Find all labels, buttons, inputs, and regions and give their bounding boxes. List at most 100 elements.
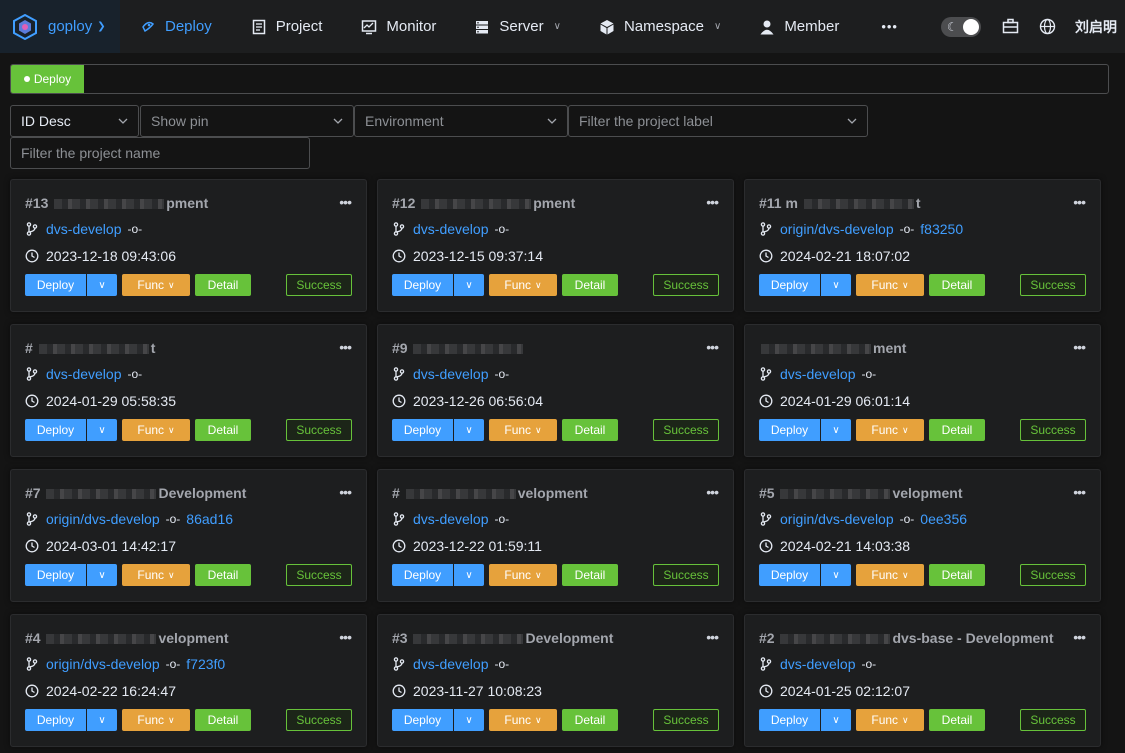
deploy-button[interactable]: Deploy — [25, 709, 86, 731]
deploy-button[interactable]: Deploy — [25, 419, 86, 441]
deploy-dropdown-button[interactable]: ∨ — [454, 709, 484, 731]
card-more-button[interactable]: ••• — [706, 484, 719, 500]
nav-item-deploy[interactable]: Deploy — [140, 0, 212, 53]
card-more-button[interactable]: ••• — [706, 194, 719, 210]
deploy-button[interactable]: Deploy — [759, 419, 820, 441]
commit-hash-link[interactable]: 86ad16 — [186, 511, 233, 527]
deploy-dropdown-button[interactable]: ∨ — [821, 419, 851, 441]
func-button[interactable]: Func ∨ — [489, 709, 557, 731]
branch-link[interactable]: dvs-develop — [780, 366, 856, 382]
detail-button[interactable]: Detail — [562, 564, 618, 586]
detail-button[interactable]: Detail — [562, 709, 618, 731]
tab-deploy[interactable]: Deploy — [11, 65, 84, 93]
commit-hash-link[interactable]: f83250 — [920, 221, 963, 237]
branch-link[interactable]: origin/dvs-develop — [780, 221, 894, 237]
detail-button[interactable]: Detail — [929, 274, 985, 296]
deploy-button[interactable]: Deploy — [392, 419, 453, 441]
func-button[interactable]: Func ∨ — [856, 419, 924, 441]
deploy-button[interactable]: Deploy — [392, 709, 453, 731]
commit-hash-link[interactable]: 0ee356 — [920, 511, 967, 527]
func-button[interactable]: Func ∨ — [489, 419, 557, 441]
branch-link[interactable]: dvs-develop — [413, 221, 489, 237]
detail-button[interactable]: Detail — [562, 274, 618, 296]
branch-link[interactable]: dvs-develop — [413, 366, 489, 382]
card-more-button[interactable]: ••• — [1073, 339, 1086, 355]
deploy-button[interactable]: Deploy — [25, 274, 86, 296]
detail-button[interactable]: Detail — [195, 709, 251, 731]
nav-item-monitor[interactable]: Monitor — [361, 0, 436, 53]
deploy-dropdown-button[interactable]: ∨ — [87, 709, 117, 731]
deploy-button[interactable]: Deploy — [392, 564, 453, 586]
deploy-dropdown-button[interactable]: ∨ — [87, 564, 117, 586]
chevron-down-icon — [333, 118, 343, 124]
nav-item-member[interactable]: Member — [759, 0, 839, 53]
commit-hash-link[interactable]: f723f0 — [186, 656, 225, 672]
nav-item-project[interactable]: Project — [251, 0, 322, 53]
card-more-button[interactable]: ••• — [339, 629, 352, 645]
deploy-dropdown-button[interactable]: ∨ — [821, 709, 851, 731]
branch-link[interactable]: dvs-develop — [413, 511, 489, 527]
deploy-dropdown-button[interactable]: ∨ — [87, 274, 117, 296]
func-button[interactable]: Func ∨ — [122, 274, 190, 296]
func-button[interactable]: Func ∨ — [856, 709, 924, 731]
deploy-dropdown-button[interactable]: ∨ — [821, 564, 851, 586]
deploy-dropdown-button[interactable]: ∨ — [454, 274, 484, 296]
toolbox-icon[interactable] — [1001, 18, 1019, 36]
redacted-name — [46, 489, 157, 500]
card-more-button[interactable]: ••• — [706, 339, 719, 355]
chevron-down-icon — [547, 118, 557, 124]
nav-item-server[interactable]: Server ∨ — [474, 0, 561, 53]
deploy-button[interactable]: Deploy — [759, 274, 820, 296]
branch-icon — [25, 367, 39, 381]
branch-link[interactable]: dvs-develop — [413, 656, 489, 672]
label-select[interactable]: Filter the project label — [568, 105, 868, 137]
func-button[interactable]: Func ∨ — [122, 709, 190, 731]
card-more-button[interactable]: ••• — [339, 484, 352, 500]
detail-button[interactable]: Detail — [195, 419, 251, 441]
func-button[interactable]: Func ∨ — [489, 274, 557, 296]
deploy-button[interactable]: Deploy — [759, 709, 820, 731]
nav-more-button[interactable]: ••• — [881, 0, 898, 53]
deploy-dropdown-button[interactable]: ∨ — [454, 564, 484, 586]
detail-button[interactable]: Detail — [929, 419, 985, 441]
deploy-dropdown-button[interactable]: ∨ — [821, 274, 851, 296]
deploy-button[interactable]: Deploy — [759, 564, 820, 586]
branch-link[interactable]: origin/dvs-develop — [46, 511, 160, 527]
deploy-dropdown-button[interactable]: ∨ — [87, 419, 117, 441]
card-more-button[interactable]: ••• — [706, 629, 719, 645]
project-name-filter-input[interactable] — [10, 137, 310, 169]
deploy-button[interactable]: Deploy — [25, 564, 86, 586]
func-button[interactable]: Func ∨ — [856, 564, 924, 586]
card-more-button[interactable]: ••• — [1073, 629, 1086, 645]
branch-link[interactable]: dvs-develop — [46, 221, 122, 237]
branch-link[interactable]: dvs-develop — [46, 366, 122, 382]
deploy-dropdown-button[interactable]: ∨ — [454, 419, 484, 441]
nav-item-namespace[interactable]: Namespace ∨ — [599, 0, 721, 53]
branch-link[interactable]: dvs-develop — [780, 656, 856, 672]
detail-button[interactable]: Detail — [195, 564, 251, 586]
theme-toggle[interactable]: ☾ — [941, 16, 981, 37]
globe-language-icon[interactable] — [1038, 18, 1056, 36]
card-more-button[interactable]: ••• — [1073, 484, 1086, 500]
deploy-button[interactable]: Deploy — [392, 274, 453, 296]
chevron-down-icon: ∨ — [98, 569, 106, 581]
detail-button[interactable]: Detail — [195, 274, 251, 296]
card-more-button[interactable]: ••• — [1073, 194, 1086, 210]
chevron-down-icon: ∨ — [535, 714, 542, 725]
environment-select[interactable]: Environment — [354, 105, 568, 137]
func-button[interactable]: Func ∨ — [856, 274, 924, 296]
card-more-button[interactable]: ••• — [339, 194, 352, 210]
func-button[interactable]: Func ∨ — [489, 564, 557, 586]
user-name[interactable]: 刘启明 — [1075, 17, 1117, 37]
sort-select[interactable]: ID Desc — [10, 105, 139, 137]
pin-select[interactable]: Show pin — [140, 105, 354, 137]
brand-menu[interactable]: goploy ❯ — [0, 0, 120, 53]
card-more-button[interactable]: ••• — [339, 339, 352, 355]
func-button[interactable]: Func ∨ — [122, 564, 190, 586]
detail-button[interactable]: Detail — [929, 564, 985, 586]
detail-button[interactable]: Detail — [562, 419, 618, 441]
detail-button[interactable]: Detail — [929, 709, 985, 731]
func-button[interactable]: Func ∨ — [122, 419, 190, 441]
branch-link[interactable]: origin/dvs-develop — [46, 656, 160, 672]
branch-link[interactable]: origin/dvs-develop — [780, 511, 894, 527]
